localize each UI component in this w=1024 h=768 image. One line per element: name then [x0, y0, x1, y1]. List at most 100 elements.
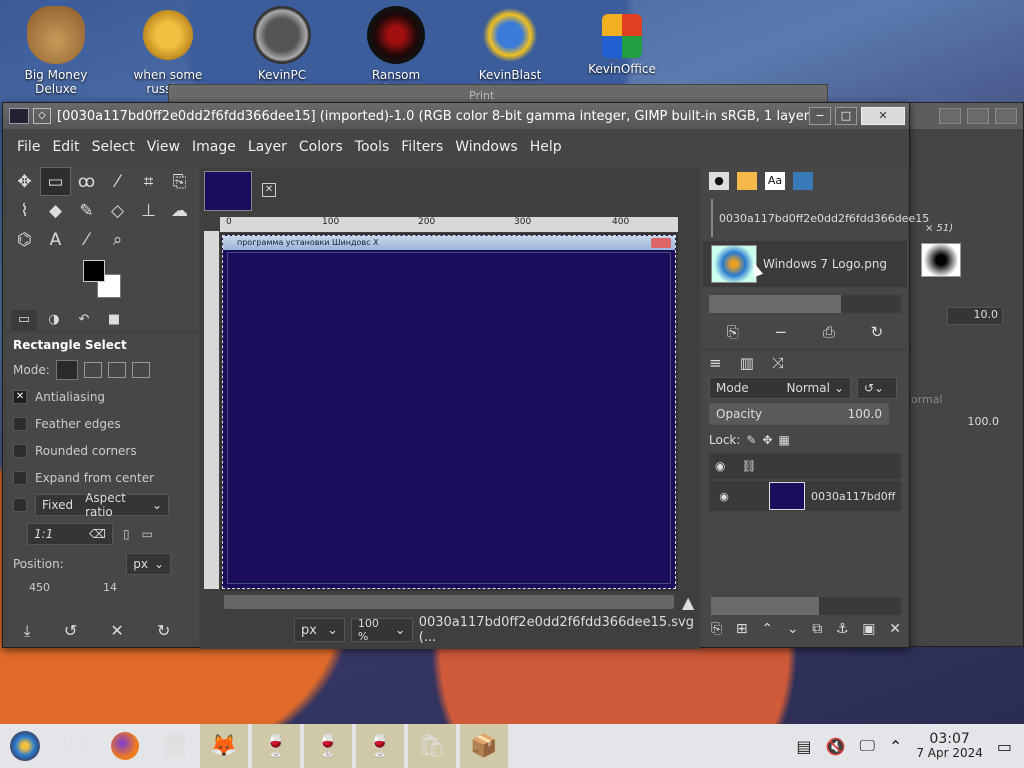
scrollbar-thumb[interactable]	[711, 597, 819, 615]
file-manager-icon[interactable]: 🗀	[50, 724, 100, 768]
fixed-dropdown[interactable]: Fixed Aspect ratio ⌄	[35, 491, 169, 519]
undo-history-tab[interactable]: ↶	[71, 310, 97, 330]
refresh-icon[interactable]: ↻	[871, 323, 884, 341]
move-tool-icon[interactable]: ✥	[9, 167, 40, 196]
horizontal-ruler[interactable]: 0 100 200 300 400	[220, 217, 678, 232]
desktop-icon-russian[interactable]: when some russian	[128, 6, 208, 96]
reset-options-icon[interactable]: ↻	[157, 621, 170, 641]
minimize-button[interactable]: −	[809, 107, 831, 125]
desktop-icon-kevinblast[interactable]: KevinBlast	[470, 6, 550, 82]
firefox-icon[interactable]	[100, 724, 150, 768]
portrait-icon[interactable]: ▯	[123, 527, 130, 541]
save-options-icon[interactable]: ⤓	[24, 621, 31, 641]
menu-colors[interactable]: Colors	[293, 139, 349, 155]
menu-layer[interactable]: Layer	[242, 139, 293, 155]
new-group-icon[interactable]: ⊞	[736, 621, 748, 637]
pin-icon[interactable]: ◇	[33, 108, 51, 124]
scrollbar-thumb[interactable]	[709, 295, 841, 313]
paintbrush-tool-icon[interactable]: ✎	[71, 196, 102, 225]
crop-tool-icon[interactable]: ⌗	[133, 167, 164, 196]
maximize-button[interactable]: □	[835, 107, 857, 125]
task-wine-1[interactable]: 🍷	[252, 724, 300, 768]
paths-tool-icon[interactable]: ⌬	[9, 225, 40, 254]
minimize-icon[interactable]	[939, 108, 961, 124]
lock-alpha-icon[interactable]: ▦	[779, 433, 790, 447]
task-bag[interactable]: 🛍	[408, 724, 456, 768]
desktop-icon-kevinoffice[interactable]: KevinOffice	[582, 6, 662, 76]
tool-options-tab[interactable]: ▭	[11, 309, 37, 330]
menu-image[interactable]: Image	[186, 139, 242, 155]
background-window-titlebar[interactable]	[907, 103, 1023, 129]
maximize-icon[interactable]	[967, 108, 989, 124]
brushes-tab-icon[interactable]: ●	[709, 172, 729, 190]
menu-tools[interactable]: Tools	[349, 139, 396, 155]
control-panel-icon[interactable]: 🖥	[150, 724, 200, 768]
delete-layer-icon[interactable]: ✕	[889, 621, 901, 637]
mode-intersect-icon[interactable]	[131, 361, 150, 378]
fonts-tab-icon[interactable]: Aa	[765, 172, 785, 190]
canvas-viewport[interactable]: программа установки Шиндовс X	[220, 233, 678, 591]
landscape-icon[interactable]: ▭	[142, 527, 153, 541]
layers-tab-icon[interactable]: ≡	[709, 354, 722, 372]
image-canvas[interactable]: программа установки Шиндовс X	[222, 235, 676, 589]
open-image-icon[interactable]: ⎘	[727, 323, 739, 341]
rounded-corners-row[interactable]: Rounded corners	[7, 437, 197, 464]
foreground-color-swatch[interactable]	[83, 260, 105, 282]
ratio-field[interactable]: 1:1 ⌫	[27, 523, 113, 545]
antialiasing-checkbox[interactable]: ✕	[13, 389, 27, 404]
mode-replace-icon[interactable]	[55, 359, 78, 380]
menu-file[interactable]: File	[11, 139, 46, 155]
unit-dropdown[interactable]: px ⌄	[294, 618, 345, 642]
show-desktop-icon[interactable]: ▭	[997, 737, 1012, 756]
opacity-slider[interactable]: Opacity 100.0	[709, 403, 889, 425]
image-tab-thumbnail[interactable]	[204, 171, 252, 211]
menu-edit[interactable]: Edit	[46, 139, 85, 155]
lock-position-icon[interactable]: ✥	[762, 433, 772, 447]
position-unit-dropdown[interactable]: px ⌄	[126, 552, 171, 575]
images-tab-icon[interactable]	[793, 172, 813, 190]
raise-layer-icon[interactable]: ⌃	[761, 621, 773, 637]
menu-windows[interactable]: Windows	[449, 139, 524, 155]
device-status-tab[interactable]: ◑	[41, 310, 67, 330]
mask-layer-icon[interactable]: ▣	[862, 621, 875, 637]
layer-row[interactable]: ◉ 0030a117bd0ff	[709, 481, 901, 511]
clock[interactable]: 03:07 7 Apr 2024	[916, 732, 983, 760]
menu-help[interactable]: Help	[524, 139, 568, 155]
duplicate-layer-icon[interactable]: ⧉	[812, 621, 822, 637]
composite-mode-button[interactable]: ↺⌄	[857, 377, 897, 399]
text-tool-icon[interactable]: A	[40, 225, 71, 254]
brush-preview[interactable]	[921, 243, 961, 277]
zoom-tool-icon[interactable]: ⌕	[102, 225, 133, 254]
task-gimp[interactable]: 🦊	[200, 724, 248, 768]
desktop-icon-kevinpc[interactable]: KevinPC	[242, 6, 322, 82]
clipboard-icon[interactable]: ▤	[796, 737, 811, 756]
close-tab-icon[interactable]: ✕	[262, 183, 276, 197]
desktop-icon-big-money[interactable]: Big Money Deluxe	[16, 6, 96, 96]
window-titlebar[interactable]: ◇ [0030a117bd0ff2e0dd2f6fdd366dee15] (im…	[3, 103, 909, 129]
layers-scrollbar[interactable]	[711, 597, 901, 615]
print-image-icon[interactable]: ⎙	[823, 323, 835, 341]
zoom-dropdown[interactable]: 100 % ⌄	[350, 617, 413, 643]
expand-from-center-row[interactable]: Expand from center	[7, 464, 197, 491]
feather-edges-checkbox[interactable]	[13, 416, 27, 431]
menu-view[interactable]: View	[141, 139, 186, 155]
position-x-field[interactable]: 450	[13, 581, 79, 594]
background-gimp-window[interactable]: × 51) 10.0 ormal 100.0	[906, 102, 1024, 647]
menu-select[interactable]: Select	[86, 139, 141, 155]
color-picker-tool-icon[interactable]: ⁄	[71, 225, 102, 254]
remove-image-icon[interactable]: −	[775, 323, 788, 341]
rounded-corners-checkbox[interactable]	[13, 443, 27, 458]
rect-select-tool-icon[interactable]: ▭	[40, 167, 71, 196]
delete-options-icon[interactable]: ✕	[110, 621, 123, 641]
restore-options-icon[interactable]: ↺	[64, 621, 77, 641]
image-list-item[interactable]: 0030a117bd0ff2e0dd2f6fdd366dee15	[703, 195, 929, 241]
navigate-icon[interactable]: ▲	[682, 593, 694, 612]
channels-tab-icon[interactable]: ▥	[740, 354, 754, 372]
right-opacity-field[interactable]: 100.0	[947, 415, 1003, 433]
horizontal-scrollbar[interactable]	[224, 595, 674, 609]
expand-from-center-checkbox[interactable]	[13, 470, 27, 485]
lower-layer-icon[interactable]: ⌄	[787, 621, 799, 637]
position-y-field[interactable]: 14	[103, 581, 117, 594]
brush-size-field[interactable]: 10.0	[947, 307, 1003, 325]
feather-edges-row[interactable]: Feather edges	[7, 410, 197, 437]
